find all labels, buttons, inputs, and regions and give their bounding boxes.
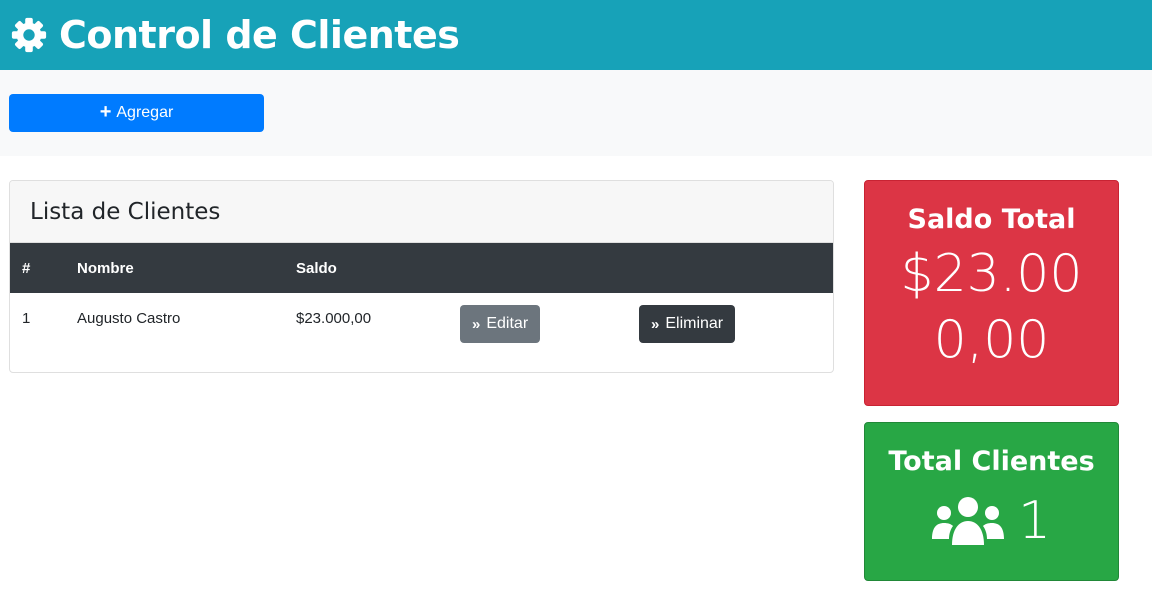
users-icon xyxy=(931,497,1004,545)
table-row: 1 Augusto Castro $23.000,00 » Editar » E… xyxy=(10,293,833,371)
clients-card: Lista de Clientes # Nombre Saldo 1 Augus… xyxy=(9,180,834,373)
total-clientes-row: 1 xyxy=(865,491,1118,551)
plus-icon: + xyxy=(99,101,112,123)
cell-name: Augusto Castro xyxy=(77,310,181,327)
double-chevron-right-icon: » xyxy=(472,315,481,333)
column-header-balance: Saldo xyxy=(296,259,337,277)
add-button-label: Agregar xyxy=(116,104,174,121)
saldo-total-card: Saldo Total $23.000,00 xyxy=(864,180,1119,406)
edit-button-label: Editar xyxy=(486,315,529,332)
toolbar: + Agregar xyxy=(0,70,1152,156)
cell-edit: » Editar xyxy=(448,293,627,371)
clients-table: # Nombre Saldo 1 Augusto Castro $23.000,… xyxy=(10,243,833,371)
app-header: Control de Clientes xyxy=(0,0,1152,70)
column-header-name: Nombre xyxy=(77,259,134,277)
cell-balance: $23.000,00 xyxy=(296,310,372,327)
cell-index: 1 xyxy=(22,310,31,327)
double-chevron-right-icon: » xyxy=(651,315,660,333)
column-header-index: # xyxy=(22,259,31,277)
cell-delete: » Eliminar xyxy=(627,293,833,371)
delete-button-label: Eliminar xyxy=(665,315,724,332)
clients-card-title: Lista de Clientes xyxy=(30,198,221,225)
add-client-button[interactable]: + Agregar xyxy=(9,94,264,132)
total-clientes-value: 1 xyxy=(1017,491,1052,551)
table-header-row: # Nombre Saldo xyxy=(10,243,833,293)
saldo-total-value: $23.000,00 xyxy=(900,244,1083,370)
page-title: Control de Clientes xyxy=(59,13,460,57)
column-header-edit xyxy=(448,243,627,293)
clients-card-header: Lista de Clientes xyxy=(10,181,833,243)
delete-button[interactable]: » Eliminar xyxy=(639,305,736,343)
total-clientes-title: Total Clientes xyxy=(888,446,1095,477)
edit-button[interactable]: » Editar xyxy=(460,305,541,343)
column-header-delete xyxy=(627,243,833,293)
gear-icon xyxy=(11,17,47,53)
total-clientes-card: Total Clientes 1 xyxy=(864,422,1119,581)
saldo-total-title: Saldo Total xyxy=(907,204,1076,235)
